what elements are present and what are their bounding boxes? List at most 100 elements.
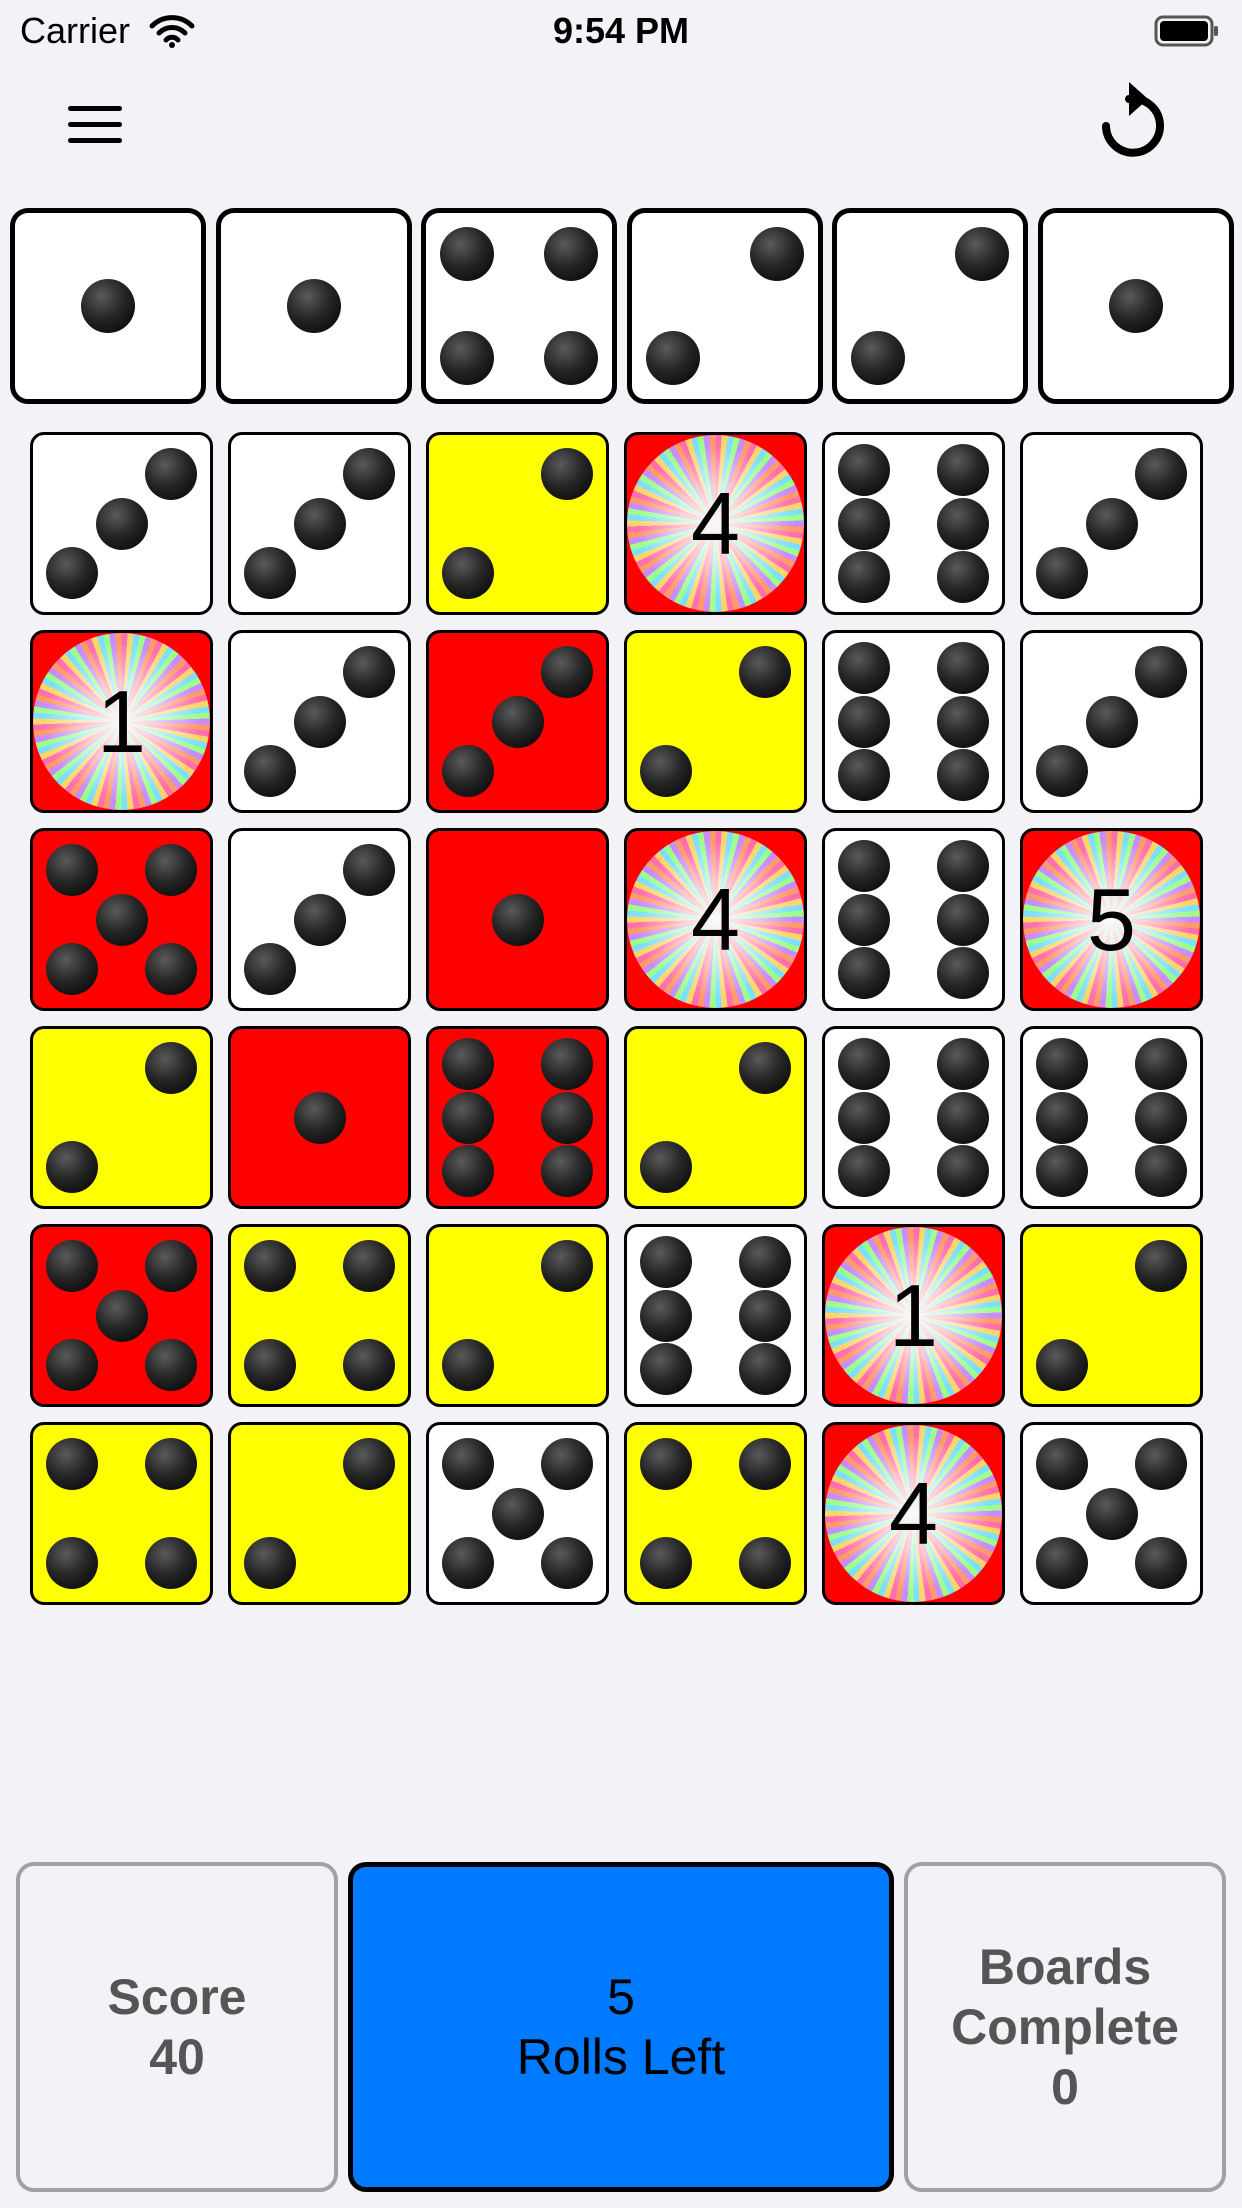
hamburger-line (68, 122, 122, 127)
board-die[interactable] (30, 1224, 213, 1407)
rolled-die[interactable] (1038, 208, 1234, 404)
board-die[interactable]: 5 (1020, 828, 1203, 1011)
die-pip (739, 1041, 792, 1094)
wheel-number: 4 (691, 473, 740, 573)
die-pip (441, 745, 494, 798)
board-die[interactable] (228, 1026, 411, 1209)
die-pip (541, 1144, 594, 1197)
die-pip (541, 1437, 594, 1490)
board-die[interactable] (624, 1026, 807, 1209)
board-die[interactable] (426, 828, 609, 1011)
die-pip (750, 226, 805, 281)
die-pip (541, 645, 594, 698)
board-die[interactable] (426, 432, 609, 615)
die-pip (541, 1038, 594, 1091)
die-pip (145, 1437, 198, 1490)
board-die[interactable] (30, 432, 213, 615)
board-die[interactable]: 4 (624, 432, 807, 615)
die-pip (1135, 645, 1188, 698)
roll-button[interactable]: 5 Rolls Left (348, 1862, 894, 2192)
board-die[interactable] (30, 1422, 213, 1605)
board-die[interactable] (30, 828, 213, 1011)
boards-complete-button[interactable]: Boards Complete 0 (904, 1862, 1226, 2192)
score-button[interactable]: Score 40 (16, 1862, 338, 2192)
die-pip (441, 1437, 494, 1490)
die-pip (243, 1339, 296, 1392)
die-pip (937, 893, 990, 946)
board-die[interactable]: 1 (30, 630, 213, 813)
die-pip (1135, 1144, 1188, 1197)
die-pip (45, 1537, 98, 1590)
die-pip (45, 1437, 98, 1490)
board-die[interactable] (624, 1224, 807, 1407)
die-pip (739, 1342, 792, 1395)
board-die[interactable] (426, 1224, 609, 1407)
board-die[interactable] (228, 1422, 411, 1605)
die-pip (441, 1091, 494, 1144)
die-pip (1035, 1437, 1088, 1490)
die-pip (45, 547, 98, 600)
board-die[interactable]: 4 (822, 1422, 1005, 1605)
boards-complete-value: 0 (1051, 2059, 1079, 2115)
board-die[interactable] (624, 1422, 807, 1605)
hamburger-line (68, 138, 122, 143)
die-pip (145, 1239, 198, 1292)
die-pip (293, 695, 346, 748)
battery-icon (1154, 15, 1218, 47)
die-pip (1135, 1038, 1188, 1091)
board-die[interactable] (426, 630, 609, 813)
die-pip (1135, 1437, 1188, 1490)
die-pip (491, 695, 544, 748)
board-die[interactable] (624, 630, 807, 813)
board-die[interactable] (822, 1026, 1005, 1209)
board-die[interactable] (426, 1422, 609, 1605)
die-pip (837, 1091, 890, 1144)
board-die[interactable] (1020, 1422, 1203, 1605)
die-pip (45, 1141, 98, 1194)
die-pip (343, 645, 396, 698)
score-value: 40 (149, 2029, 205, 2085)
die-pip (343, 1239, 396, 1292)
die-pip (639, 1342, 692, 1395)
rolled-die[interactable] (10, 208, 206, 404)
die-pip (81, 279, 135, 333)
board-die[interactable] (1020, 630, 1203, 813)
board-die[interactable] (1020, 1026, 1203, 1209)
rolled-die[interactable] (627, 208, 823, 404)
die-pip (937, 748, 990, 801)
die-pip (243, 547, 296, 600)
rolled-die[interactable] (421, 208, 617, 404)
die-pip (439, 226, 494, 281)
die-pip (441, 1537, 494, 1590)
die-pip (287, 279, 341, 333)
board-die[interactable] (228, 630, 411, 813)
board-die[interactable] (228, 432, 411, 615)
die-pip (739, 1437, 792, 1490)
die-pip (1109, 279, 1163, 333)
rolled-die[interactable] (216, 208, 412, 404)
menu-button[interactable] (60, 100, 130, 160)
die-pip (955, 226, 1010, 281)
reset-button[interactable] (1086, 72, 1172, 172)
die-pip (95, 1289, 148, 1342)
die-pip (837, 893, 890, 946)
board-die[interactable] (1020, 1224, 1203, 1407)
board-die[interactable] (822, 432, 1005, 615)
board-die[interactable] (30, 1026, 213, 1209)
board-die[interactable] (1020, 432, 1203, 615)
board-die[interactable] (822, 828, 1005, 1011)
die-pip (145, 843, 198, 896)
rolled-die[interactable] (832, 208, 1028, 404)
die-pip (639, 1289, 692, 1342)
board-die[interactable] (426, 1026, 609, 1209)
die-pip (639, 745, 692, 798)
board-die[interactable] (822, 630, 1005, 813)
board-die[interactable] (228, 828, 411, 1011)
die-pip (441, 1339, 494, 1392)
die-pip (491, 893, 544, 946)
board-die[interactable] (228, 1224, 411, 1407)
board-die[interactable]: 4 (624, 828, 807, 1011)
die-pip (491, 1487, 544, 1540)
die-pip (95, 497, 148, 550)
board-die[interactable]: 1 (822, 1224, 1005, 1407)
